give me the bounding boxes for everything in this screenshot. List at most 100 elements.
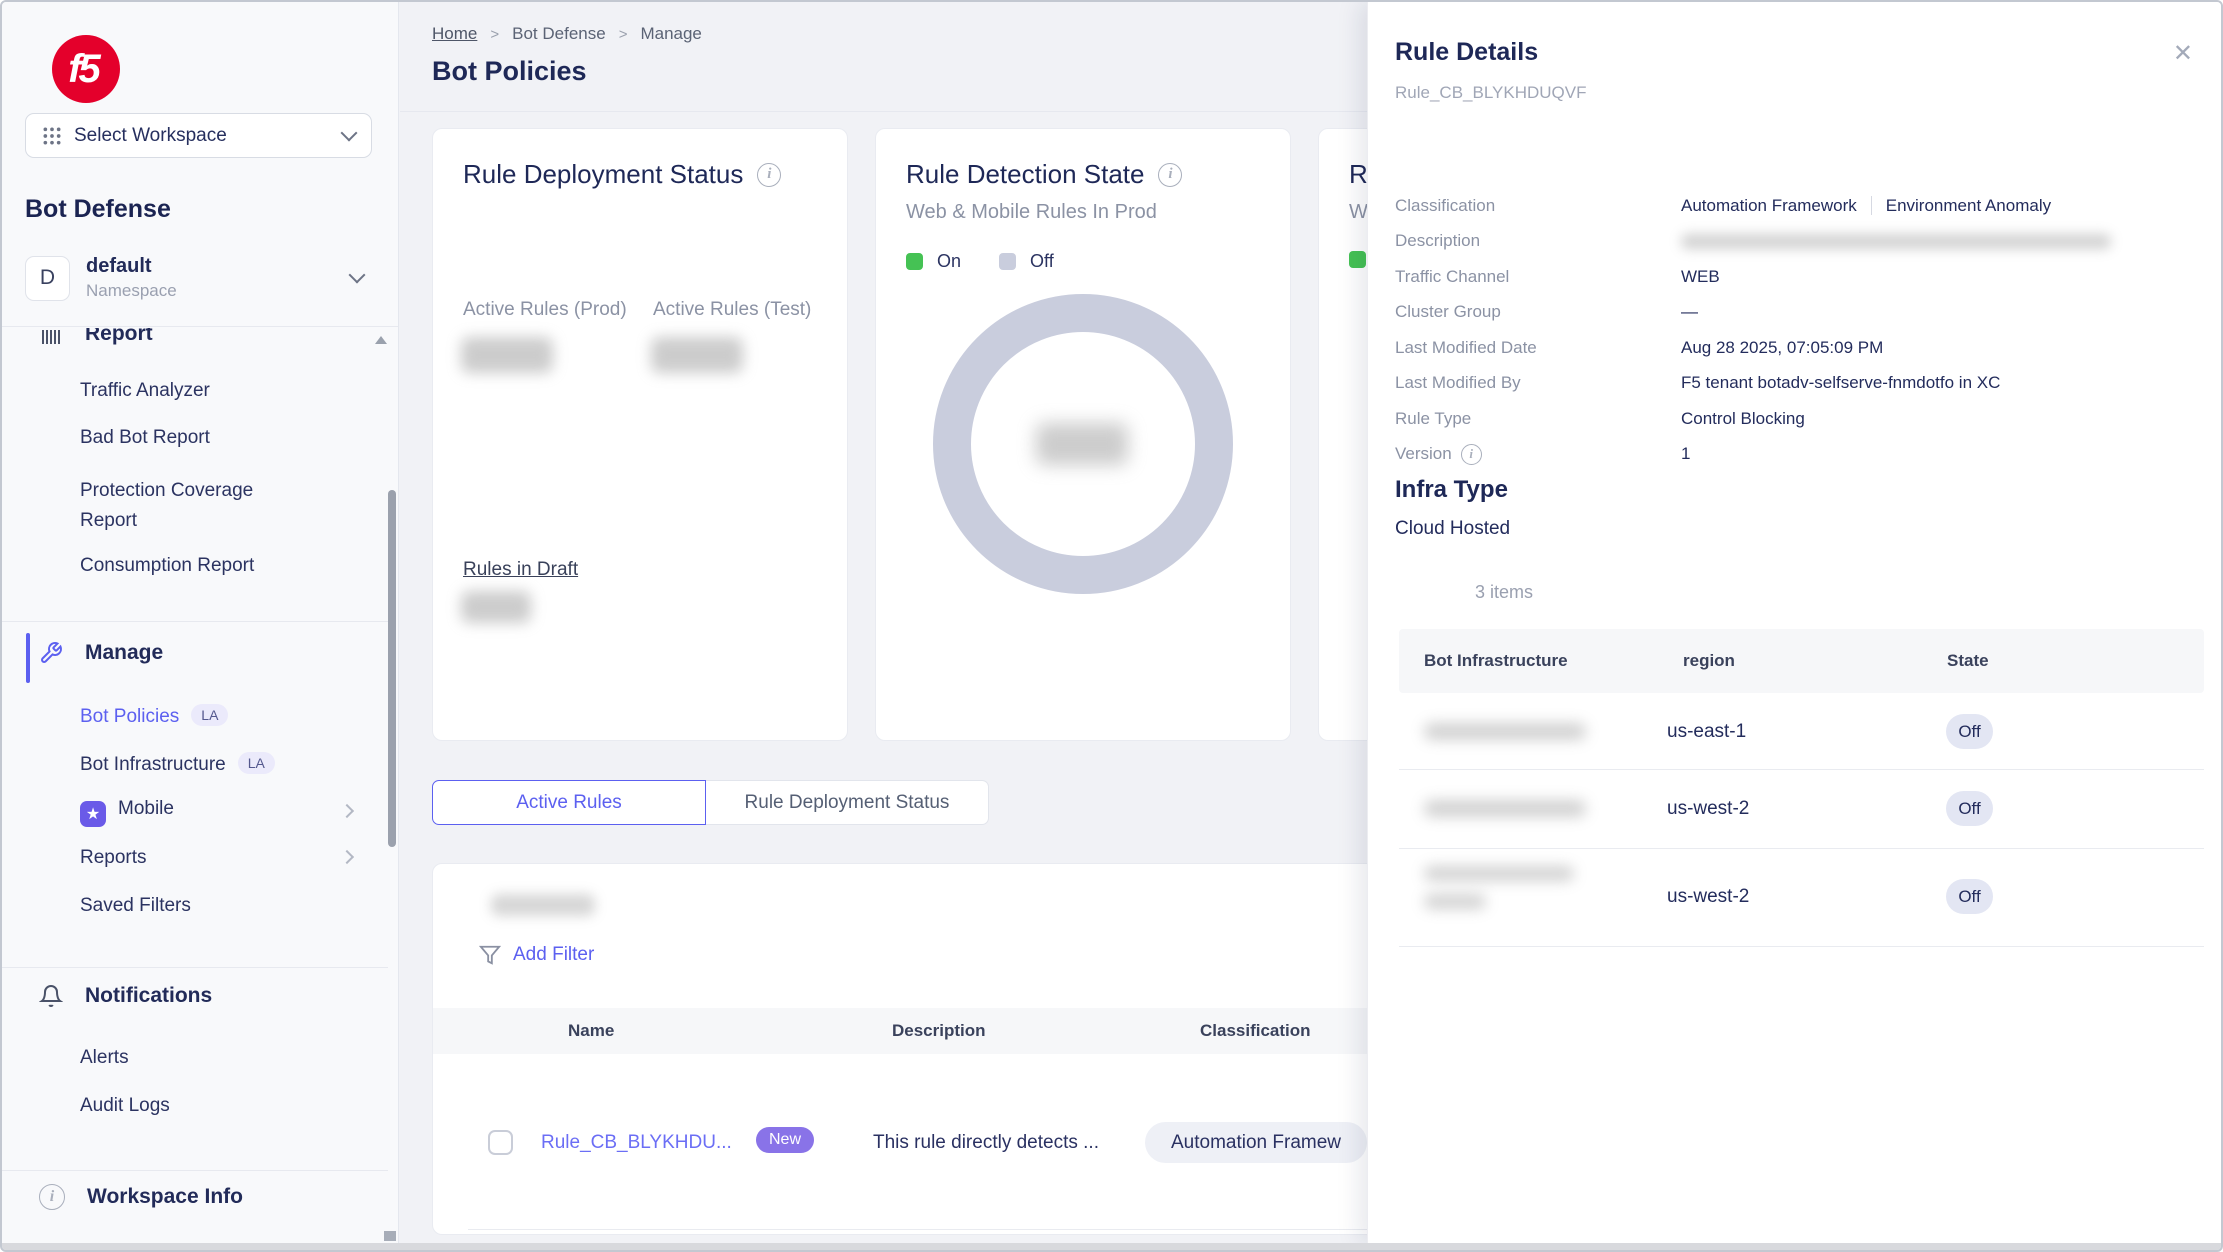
section-label: Notifications: [85, 984, 212, 1008]
rule-description: This rule directly detects ...: [873, 1132, 1099, 1154]
column-header-description[interactable]: Description: [892, 1008, 986, 1054]
divider: [1399, 848, 2204, 849]
field-label: Rule Type: [1395, 409, 1681, 429]
state-badge: Off: [1946, 879, 1993, 914]
sidebar-item-protection-coverage-report[interactable]: Protection Coverage Report: [80, 476, 300, 536]
sidebar-section-report[interactable]: Report: [39, 328, 153, 346]
breadcrumb-home[interactable]: Home: [432, 24, 477, 44]
field-value: F5 tenant botadv-selfserve-fnmdotfo in X…: [1681, 373, 2000, 393]
infra-items-count: 3 items: [1475, 582, 1533, 603]
close-icon[interactable]: ✕: [2173, 42, 2193, 66]
card-title: Rule Deployment Status: [463, 159, 743, 190]
scroll-up-icon[interactable]: [375, 336, 387, 344]
redacted-donut-total: [1036, 423, 1128, 465]
metric-label-prod: Active Rules (Prod): [463, 299, 627, 321]
namespace-avatar: D: [25, 256, 70, 301]
divider: [1399, 769, 2204, 770]
section-label: Workspace Info: [87, 1185, 243, 1209]
info-icon[interactable]: i: [757, 163, 781, 187]
sidebar-section-workspace-info[interactable]: i Workspace Info: [39, 1184, 243, 1210]
field-label: Last Modified By: [1395, 373, 1681, 393]
legend-off-label: Off: [1030, 251, 1054, 272]
infra-type-value: Cloud Hosted: [1395, 518, 1510, 540]
sidebar-item-bad-bot-report[interactable]: Bad Bot Report: [80, 427, 210, 449]
tab-rule-deployment-status[interactable]: Rule Deployment Status: [706, 780, 989, 825]
divider: [2, 967, 388, 968]
namespace-selector[interactable]: D default Namespace: [25, 249, 375, 307]
divider: [1871, 196, 1872, 215]
card-title-row: Rule Detection State i: [906, 159, 1182, 190]
classification-value-a: Automation Framework: [1681, 196, 1857, 216]
field-cluster-group: Cluster Group —: [1395, 295, 2194, 331]
card-title-row: Rule Deployment Status i: [463, 159, 781, 190]
tab-active-rules[interactable]: Active Rules: [432, 780, 706, 825]
column-header-region[interactable]: region: [1683, 629, 1735, 693]
namespace-type: Namespace: [86, 281, 177, 301]
item-label: Bot Policies: [80, 706, 179, 727]
rule-fields: Classification Automation Framework Envi…: [1395, 188, 2194, 472]
panel-rule-id: Rule_CB_BLYKHDUQVF: [1395, 83, 1586, 103]
field-version: Version i 1: [1395, 437, 2194, 473]
info-icon: i: [39, 1184, 65, 1210]
redacted-infra-name: [1424, 800, 1586, 817]
sidebar-section-manage[interactable]: Manage: [39, 641, 163, 665]
breadcrumb-manage[interactable]: Manage: [640, 24, 701, 44]
metric-label-test: Active Rules (Test): [653, 299, 811, 321]
section-label: Manage: [85, 641, 163, 665]
field-label: Traffic Channel: [1395, 267, 1681, 287]
column-header-classification[interactable]: Classification: [1200, 1008, 1311, 1054]
column-header-state[interactable]: State: [1947, 629, 1989, 693]
sidebar-item-alerts[interactable]: Alerts: [80, 1047, 129, 1069]
row-checkbox[interactable]: [488, 1130, 513, 1155]
infra-region: us-east-1: [1667, 721, 1746, 743]
legend-on-swatch: [906, 253, 923, 270]
app-window: f5 Select Workspace Bot Defense D defaul…: [0, 0, 2223, 1252]
la-badge: LA: [191, 704, 228, 726]
legend-on-swatch: [1349, 251, 1366, 268]
breadcrumb-bot-defense[interactable]: Bot Defense: [512, 24, 606, 44]
column-header-bot-infrastructure[interactable]: Bot Infrastructure: [1424, 629, 1568, 693]
sidebar-item-consumption-report[interactable]: Consumption Report: [80, 555, 254, 577]
field-label: Classification: [1395, 196, 1681, 216]
panel-title: Rule Details: [1395, 38, 1538, 67]
sidebar-section-notifications[interactable]: Notifications: [39, 984, 212, 1008]
sidebar-item-audit-logs[interactable]: Audit Logs: [80, 1095, 170, 1117]
field-traffic-channel: Traffic Channel WEB: [1395, 259, 2194, 295]
chevron-down-icon: [349, 267, 366, 284]
f5-logo: f5: [52, 35, 120, 103]
workspace-selector[interactable]: Select Workspace: [25, 113, 372, 158]
add-filter-button[interactable]: Add Filter: [479, 944, 594, 966]
sidebar-item-mobile[interactable]: ★Mobile: [80, 798, 174, 827]
rules-in-draft-link[interactable]: Rules in Draft: [463, 559, 578, 581]
section-label: Report: [85, 328, 153, 346]
bell-icon: [39, 984, 63, 1008]
info-icon[interactable]: i: [1158, 163, 1182, 187]
sidebar-scrollbar[interactable]: [388, 490, 396, 847]
divider: [2, 326, 398, 327]
sidebar-item-traffic-analyzer[interactable]: Traffic Analyzer: [80, 380, 210, 402]
column-header-name[interactable]: Name: [568, 1008, 614, 1054]
infra-region: us-west-2: [1667, 886, 1749, 908]
namespace-text: default Namespace: [86, 255, 177, 301]
redacted-metric-prod: [461, 337, 553, 373]
sidebar-item-bot-policies[interactable]: Bot Policies LA: [80, 704, 228, 728]
sidebar-item-bot-infrastructure[interactable]: Bot InfrastructureLA: [80, 752, 275, 776]
sidebar-item-reports[interactable]: Reports: [80, 847, 147, 869]
field-last-modified-by: Last Modified By F5 tenant botadv-selfse…: [1395, 366, 2194, 402]
rule-name-link[interactable]: Rule_CB_BLYKHDU...: [541, 1132, 732, 1154]
horizontal-scrollbar[interactable]: [2, 1243, 2221, 1250]
sidebar-item-saved-filters[interactable]: Saved Filters: [80, 895, 191, 917]
divider: [1399, 946, 2204, 947]
bar-chart-icon: [39, 328, 63, 346]
grid-icon: [42, 126, 62, 146]
workspace-selector-label: Select Workspace: [74, 125, 331, 147]
item-label: Mobile: [118, 798, 174, 819]
classification-value-b: Environment Anomaly: [1886, 196, 2051, 216]
filter-funnel-icon: [479, 944, 501, 966]
field-label: Last Modified Date: [1395, 338, 1681, 358]
card-title: Rule Detection State: [906, 159, 1144, 190]
legend-on-label: On: [937, 251, 961, 272]
rule-details-panel: Rule Details Rule_CB_BLYKHDUQVF ✕ Classi…: [1367, 2, 2221, 1243]
info-icon[interactable]: i: [1461, 444, 1482, 465]
item-label: Reports: [80, 847, 147, 868]
